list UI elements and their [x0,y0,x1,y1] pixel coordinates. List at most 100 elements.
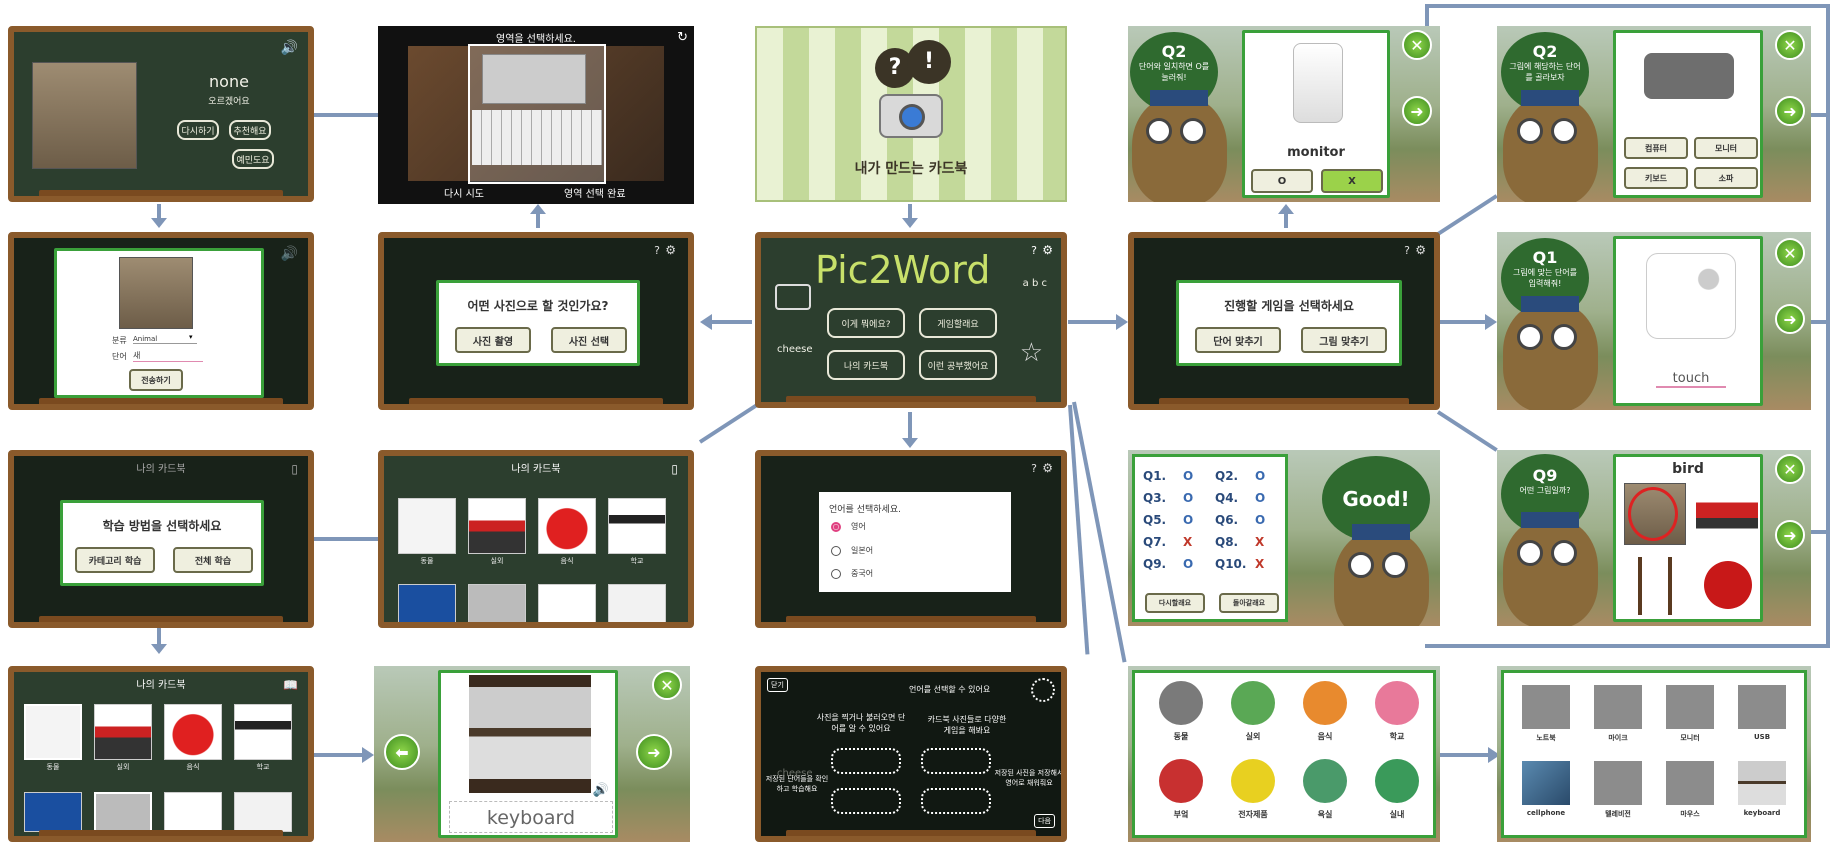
category-icon[interactable] [1159,759,1203,803]
next-arrow-icon[interactable]: ➜ [1775,96,1805,126]
category-icon[interactable] [1231,681,1275,725]
choice-button-1[interactable]: 컴퓨터 [1624,137,1688,159]
retry-crop-button[interactable]: 다시 시도 [444,185,484,200]
gear-icon[interactable]: ⚙ [1415,243,1426,257]
help-icon[interactable]: ? [1031,462,1037,475]
card-label: 학교 [630,557,644,565]
next-arrow-icon[interactable]: ➜ [1402,96,1432,126]
card-toilet-paper[interactable] [164,792,222,832]
radio-japanese[interactable] [831,546,841,556]
radio-chinese[interactable] [831,569,841,579]
refresh-icon[interactable]: ↻ [677,30,688,45]
play-game-button[interactable]: 게임할래요 [919,308,997,338]
close-icon[interactable]: ✕ [1775,30,1805,60]
close-icon[interactable]: ✕ [1402,30,1432,60]
help-icon[interactable]: ? [1031,244,1037,257]
all-study-button[interactable]: 전체 학습 [173,547,253,573]
x-button[interactable]: X [1321,169,1383,193]
choice-button-2[interactable]: 모니터 [1694,137,1758,159]
word-game-button[interactable]: 단어 맞추기 [1195,327,1281,353]
speaker-icon[interactable]: 🔊 [593,783,609,798]
category-icon[interactable] [1231,759,1275,803]
radio-english[interactable] [831,522,841,532]
card-bird-selected[interactable] [24,704,82,760]
card-motorcycle[interactable] [468,498,526,554]
item-thumbnail[interactable] [1666,685,1714,729]
item-thumbnail[interactable] [1594,685,1642,729]
retry-button[interactable]: 다시할래요 [1145,593,1205,613]
game-select-screen: ? ⚙ 진행할 게임을 선택하세요 단어 맞추기 그림 맞추기 [1128,232,1440,410]
app-logo: Pic2Word [815,248,991,292]
item-thumbnail[interactable] [1522,761,1570,805]
my-cardbook-button[interactable]: 나의 카드북 [827,350,905,380]
card-strawberry[interactable] [164,704,222,760]
category-icon[interactable] [1375,681,1419,725]
card-cup[interactable] [398,584,456,622]
choice-chair[interactable] [1638,557,1672,615]
choice-apple[interactable] [1704,561,1752,609]
category-study-button[interactable]: 카테고리 학습 [75,547,155,573]
item-thumbnail[interactable] [1522,685,1570,729]
send-button[interactable]: 전송하기 [129,369,183,391]
retry-button[interactable]: 다시하기 [177,120,219,140]
answer-input[interactable]: touch [1656,371,1726,388]
help-icon[interactable]: ? [654,244,660,257]
next-arrow-icon[interactable]: ➜ [636,734,672,770]
item-thumbnail[interactable] [1666,761,1714,805]
item-thumbnail[interactable] [1738,761,1786,805]
next-arrow-icon[interactable]: ➜ [1775,304,1805,334]
o-button[interactable]: O [1251,169,1313,193]
choice-motorcycle[interactable] [1696,487,1758,539]
book-icon[interactable]: ▯ [671,462,678,476]
category-icon[interactable] [1303,681,1347,725]
gear-icon[interactable]: ⚙ [665,243,676,257]
close-icon[interactable]: ✕ [652,670,682,700]
card-toilet[interactable] [234,792,292,832]
next-arrow-icon[interactable]: ➜ [1775,520,1805,550]
recommend-button[interactable]: 추천해요 [229,120,271,140]
choose-photo-button[interactable]: 사진 선택 [551,327,627,353]
book-icon[interactable]: ▯ [291,462,298,476]
word-input[interactable]: 새 [133,350,203,362]
confirm-crop-button[interactable]: 영역 선택 완료 [564,185,626,200]
card-keyboard[interactable] [468,584,526,622]
close-icon[interactable]: ✕ [1775,454,1805,484]
items-panel: 노트북 마이크 모니터 USB cellphone 텔레비전 마우스 keyboard [1501,670,1807,838]
open-book-icon[interactable]: 📖 [283,678,298,692]
speaker-icon[interactable]: 🔊 [281,40,298,56]
choice-button-4[interactable]: 소파 [1694,167,1758,189]
close-icon[interactable]: ✕ [1775,238,1805,268]
card-strawberry[interactable] [538,498,596,554]
crop-frame[interactable] [468,44,606,184]
cardbook-header: 나의 카드북 [136,464,186,475]
card-keyboard[interactable] [94,792,152,832]
category-icon[interactable] [1159,681,1203,725]
item-thumbnail[interactable] [1738,685,1786,729]
item-thumbnail[interactable] [1594,761,1642,805]
choice-button-3[interactable]: 키보드 [1624,167,1688,189]
chevron-down-icon[interactable]: ▾ [189,333,193,341]
next-help-button[interactable]: 다음 [1034,814,1055,828]
gear-icon[interactable]: ⚙ [1042,243,1053,257]
picture-game-button[interactable]: 그림 맞추기 [1301,327,1387,353]
speaker-icon[interactable]: 🔊 [281,246,298,262]
card-bird[interactable] [398,498,456,554]
card-motorcycle[interactable] [94,704,152,760]
card-toilet-paper[interactable] [538,584,596,622]
take-photo-button[interactable]: 사진 촬영 [455,327,531,353]
what-is-this-button[interactable]: 이게 뭐에요? [827,308,905,338]
help-icon[interactable]: ? [1404,244,1410,257]
prev-arrow-icon[interactable]: ⬅ [384,734,420,770]
category-icon[interactable] [1375,759,1419,803]
category-icon[interactable] [1303,759,1347,803]
category-select[interactable]: Animal [133,335,197,344]
go-back-button[interactable]: 돌아갈래요 [1219,593,1279,613]
gear-icon[interactable]: ⚙ [1042,461,1053,475]
card-toilet[interactable] [608,584,666,622]
save-button[interactable]: 예민도요 [232,149,274,169]
close-help-button[interactable]: 닫기 [767,678,788,692]
card-desk[interactable] [234,704,292,760]
card-cup[interactable] [24,792,82,832]
study-history-button[interactable]: 이런 공부했어요 [919,350,997,380]
card-desk[interactable] [608,498,666,554]
